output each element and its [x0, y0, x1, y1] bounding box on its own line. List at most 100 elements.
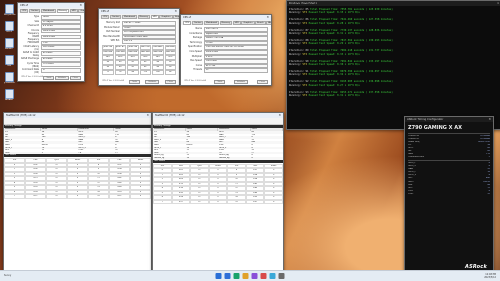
log-test: VTI: [302, 73, 308, 77]
terminal-titlebar[interactable]: Windows PowerShell ✕: [287, 1, 500, 6]
tab-mainboard[interactable]: Mainboard: [121, 15, 137, 19]
validate-button[interactable]: Validate: [145, 80, 160, 84]
taskbar-app-icon[interactable]: [260, 273, 267, 279]
close-icon[interactable]: ✕: [488, 117, 491, 122]
testmem-toolbar: [153, 118, 283, 125]
table-cell: 38: [164, 60, 176, 65]
testmem-window-left[interactable]: TestMem5 (TM5) v0.12 ✕ Memory Timings Param…: [3, 112, 152, 276]
cpuz-field: Command Rate (CR) 2T: [21, 67, 81, 74]
table-cell: 108: [152, 70, 164, 75]
cpuz-titlebar[interactable]: CPU-Z ✕: [18, 3, 84, 8]
cpuz-titlebar[interactable]: CPU-Z ✕: [181, 15, 271, 20]
divider: [408, 133, 490, 134]
log-entry: Iteration: 89 Total Elapsed Time: 7904.2…: [287, 49, 500, 56]
tab-graphics[interactable]: Graphics: [241, 21, 255, 25]
taskbar-app-icon[interactable]: [233, 273, 240, 279]
tab-mainboard[interactable]: Mainboard: [40, 9, 56, 13]
tab-cpu[interactable]: CPU: [101, 15, 110, 19]
tab-spd[interactable]: SPD: [150, 15, 159, 19]
log-entry: Iteration: 86 Total Elapsed Time: 7641.4…: [287, 18, 500, 25]
close-icon[interactable]: ✕: [146, 113, 149, 118]
taskbar-app-icon[interactable]: [251, 273, 258, 279]
testmem-titlebar[interactable]: TestMem5 (TM5) v0.12 ✕: [153, 113, 283, 118]
hwinfo-icon: [4, 38, 14, 48]
cpuz-title: CPU-Z: [101, 10, 109, 13]
cpuz-cpu-window[interactable]: CPU-Z ✕ CPU Caches Mainboard Memory SPD Graphic…: [180, 14, 272, 86]
tab-graphics[interactable]: Graphics: [159, 15, 173, 19]
table-cell: 34.0: [139, 55, 151, 60]
tab-spd[interactable]: SPD: [69, 9, 78, 13]
testmem-toolbar: [4, 118, 151, 125]
tools-button[interactable]: Tools: [43, 76, 55, 80]
testmem-titlebar[interactable]: TestMem5 (TM5) v0.12 ✕: [4, 113, 151, 118]
desktop-icon[interactable]: AIDA64: [4, 89, 14, 101]
terminal-output: Iteration: 85 Total Elapsed Time: 7555.7…: [287, 6, 500, 97]
log-entry: Iteration: 88 Total Elapsed Time: 7817.5…: [287, 39, 500, 46]
tab-about[interactable]: About: [266, 21, 271, 25]
system-tray[interactable]: 12:48 PM 2023/5/12: [484, 273, 496, 280]
cpuz-titlebar[interactable]: CPU-Z ✕: [99, 9, 179, 14]
terminal-window[interactable]: Windows PowerShell ✕ Iteration: 85 Total…: [286, 0, 500, 130]
tm5-icon: [4, 55, 14, 65]
testmem-window-right[interactable]: TestMem5 (TM5) v0.12 ✕ Memory Timings Param…: [152, 112, 284, 276]
cpuz-footer: CPU-Z Ver. 2.03.0.x64 Tools Validate Close: [102, 80, 176, 84]
cpuz-window[interactable]: CPU-Z✕CPUCachesMainboardMemorySPDGraphic…: [17, 2, 85, 82]
table-cell: 45: [139, 65, 151, 70]
desktop-icon[interactable]: CPU-Z: [4, 21, 14, 33]
desktop-icon[interactable]: y-cruncher: [4, 72, 15, 84]
tab-caches[interactable]: Caches: [191, 21, 204, 25]
tab-bench[interactable]: Bench: [255, 21, 266, 25]
tools-button[interactable]: Tools: [129, 80, 141, 84]
tab-memory[interactable]: Memory: [56, 9, 69, 13]
desktop-icon[interactable]: HWiNFO: [4, 38, 14, 50]
table-cell: 12: [46, 194, 67, 199]
asrock-titlebar[interactable]: ASRock Timing Configurator ✕: [405, 117, 493, 122]
close-icon[interactable]: ✕: [278, 113, 281, 118]
tools-button[interactable]: Tools: [214, 80, 226, 84]
section-heading: Test Status: [4, 154, 151, 158]
table-cell: 0: [130, 194, 151, 199]
tab-caches[interactable]: Caches: [28, 9, 41, 13]
timing-label: tCWL: [408, 192, 414, 195]
taskbar-app-icon[interactable]: [278, 273, 285, 279]
tab-cpu[interactable]: CPU: [20, 9, 29, 13]
close-button[interactable]: Close: [69, 76, 81, 80]
tab-cpu[interactable]: CPU: [183, 21, 192, 25]
close-button[interactable]: Close: [256, 80, 268, 84]
close-icon[interactable]: ✕: [497, 1, 499, 6]
desktop-icon[interactable]: TM5: [4, 55, 14, 67]
field-value: 45 clocks: [41, 51, 81, 56]
table-cell: 15: [227, 199, 246, 205]
taskbar-app-icon[interactable]: [224, 273, 231, 279]
close-icon[interactable]: ✕: [266, 15, 269, 20]
close-button[interactable]: Close: [164, 80, 176, 84]
tab-graphics[interactable]: Graphics: [78, 9, 84, 13]
taskbar-app-icon[interactable]: [269, 273, 276, 279]
close-icon[interactable]: ✕: [174, 9, 177, 14]
table-cell: 2200 MHz: [114, 50, 126, 55]
timing-value: 2: [488, 156, 490, 159]
field-label: Threads: [193, 68, 202, 72]
tab-mainboard[interactable]: Mainboard: [203, 21, 219, 25]
table-cell: 15: [88, 194, 109, 199]
tab-caches[interactable]: Caches: [109, 15, 122, 19]
field-value: 34.0 clocks: [41, 45, 81, 50]
taskbar-app-icon[interactable]: [242, 273, 249, 279]
table-cell: 16: [186, 156, 189, 159]
weather-widget[interactable]: Sunny: [4, 274, 11, 277]
desktop-icon[interactable]: Recycle Bin: [4, 4, 16, 16]
tab-bench[interactable]: Bench: [173, 15, 179, 19]
table-cell: 2T: [115, 151, 118, 154]
tab-spd[interactable]: SPD: [232, 21, 241, 25]
validate-button[interactable]: Validate: [54, 76, 69, 80]
close-icon[interactable]: ✕: [79, 3, 82, 8]
asrock-timing-window[interactable]: ASRock Timing Configurator ✕ Z790 GAMING…: [404, 116, 494, 276]
tab-memory[interactable]: Memory: [219, 21, 232, 25]
validate-button[interactable]: Validate: [233, 80, 248, 84]
clock-date: 2023/5/12: [484, 275, 496, 279]
tab-memory[interactable]: Memory: [137, 15, 150, 19]
start-icon[interactable]: [215, 273, 222, 279]
asrock-left-timings: Channel A 32768MB Channel B 32768MB DRAM Fre…: [405, 135, 493, 160]
timing-table: tCL 34 tRCD 45 tRP 45 tRAS 115 tRC 160 tRRD_L 8 tRRD…: [153, 131, 283, 160]
cpuz-spd-window[interactable]: CPU-Z ✕ CPU Caches Mainboard Memory SPD Graphic…: [98, 8, 180, 86]
